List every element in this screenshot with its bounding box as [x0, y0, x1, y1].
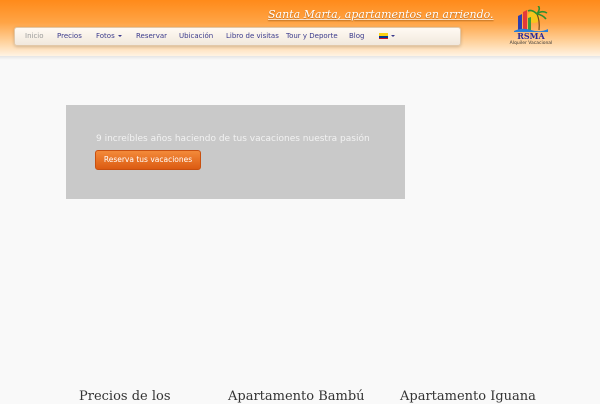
nav-item-fotos[interactable]: Fotos [96, 30, 122, 42]
main-navbar: Inicio Precios Fotos Reservar Ubicación … [14, 27, 461, 46]
header-divider [0, 56, 600, 60]
chevron-down-icon [117, 35, 122, 37]
site-tagline[interactable]: Santa Marta, apartamentos en arriendo. [268, 8, 494, 21]
nav-item-precios[interactable]: Precios [57, 30, 82, 42]
section-title-bambu: Apartamento Bambú [228, 389, 365, 404]
colombia-flag-icon [379, 33, 388, 39]
reserve-button[interactable]: Reserva tus vacaciones [95, 150, 201, 170]
nav-item-blog[interactable]: Blog [349, 30, 364, 42]
nav-item-fotos-label: Fotos [96, 32, 115, 40]
hero-banner: 9 increíbles años haciendo de tus vacaci… [66, 105, 405, 199]
site-header: Santa Marta, apartamentos en arriendo. I… [0, 0, 600, 56]
logo-subtitle: Alquiler Vacacional [509, 41, 553, 46]
nav-item-inicio[interactable]: Inicio [25, 30, 44, 42]
section-title-iguana: Apartamento Iguana [400, 389, 536, 404]
palm-sun-logo-icon [514, 6, 548, 32]
logo-name: RSMA [517, 31, 545, 41]
nav-item-tour-y-deporte[interactable]: Tour y Deporte [286, 30, 338, 42]
nav-item-ubicacion[interactable]: Ubicación [179, 30, 213, 42]
hero-text: 9 increíbles años haciendo de tus vacaci… [96, 134, 370, 144]
site-logo[interactable]: RSMA Alquiler Vacacional [505, 6, 557, 52]
section-title-precios: Precios de los [79, 389, 171, 404]
language-selector[interactable] [379, 30, 395, 42]
nav-item-reservar[interactable]: Reservar [136, 30, 167, 42]
nav-item-libro-de-visitas[interactable]: Libro de visitas [226, 30, 279, 42]
chevron-down-icon [391, 35, 395, 37]
